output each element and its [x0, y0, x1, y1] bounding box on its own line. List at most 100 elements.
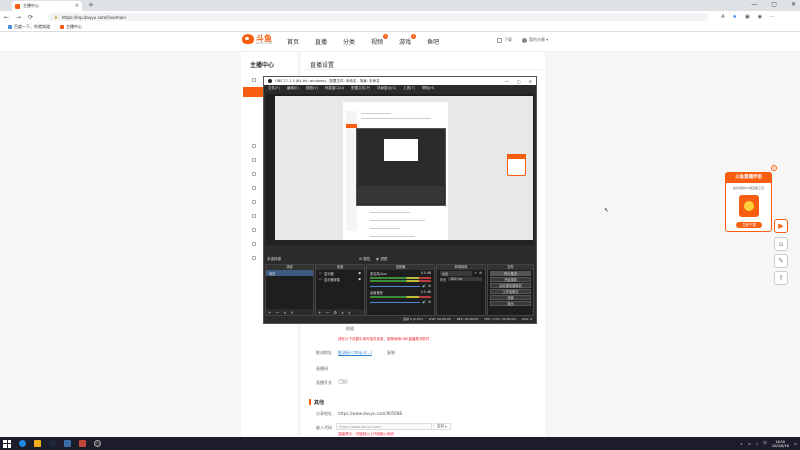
obs-menu-view[interactable]: 视图(V) — [306, 86, 318, 91]
store-icon[interactable] — [64, 440, 71, 447]
network-icon[interactable]: ▭ — [748, 442, 751, 446]
steam-icon[interactable] — [49, 440, 56, 447]
move-down-icon[interactable]: ∨ — [290, 310, 293, 315]
duration-input[interactable]: 300 ms — [448, 277, 482, 281]
home-icon[interactable]: ⌂ — [774, 237, 788, 251]
mixer-channel-label: 桌面音频 0.0 dB — [370, 290, 431, 295]
tab-close-icon[interactable]: × — [75, 3, 79, 9]
ad-download-button[interactable]: 立即下载 — [736, 222, 762, 228]
ad-close-icon[interactable]: × — [771, 165, 777, 171]
obs-menu-tools[interactable]: 工具(T) — [403, 86, 415, 91]
file-explorer-icon[interactable] — [34, 440, 41, 447]
add-icon[interactable]: + — [318, 310, 321, 315]
filters-button[interactable]: ◐ 滤镜 — [376, 257, 387, 262]
add-transition-icon[interactable]: + — [474, 271, 477, 275]
obs-menu-profile[interactable]: 配置文件(P) — [351, 86, 370, 91]
input-method-icon[interactable]: 中 — [763, 441, 767, 446]
stream-url-link[interactable]: 推流码 (rtmp://...) — [338, 350, 372, 356]
obs-menu-docks[interactable]: 停靠窗口(D) — [325, 86, 344, 91]
notification-icon[interactable]: ▭ — [794, 442, 797, 446]
nav-home[interactable]: 首页 — [287, 37, 299, 46]
stream-url-label: 推流地址 — [316, 350, 332, 355]
transition-gear-icon[interactable]: ⚙ — [479, 271, 482, 275]
reload-icon[interactable]: ⟳ — [28, 14, 33, 21]
monitor-icon: ▭ — [319, 277, 323, 281]
edge-browser-icon[interactable] — [19, 440, 26, 447]
nav-category[interactable]: 分类 — [343, 37, 355, 46]
stop-streaming-button[interactable]: 停止推流 — [490, 271, 531, 276]
nav-game[interactable]: 游戏 1 — [399, 34, 417, 46]
properties-button[interactable]: ⚙ 属性 — [359, 257, 370, 262]
maximize-button[interactable]: ▢ — [771, 1, 777, 8]
live-switch-toggle[interactable] — [338, 379, 348, 384]
back-icon[interactable]: ← — [4, 14, 9, 21]
move-up-icon[interactable]: ∧ — [341, 310, 344, 315]
obs-menu-edit[interactable]: 编辑(E) — [287, 86, 299, 91]
profile-icon[interactable]: ◉ — [758, 14, 762, 20]
read-aloud-icon[interactable]: A — [721, 14, 724, 20]
tray-overflow-icon[interactable]: ∧ — [740, 442, 743, 446]
favorite-star-icon[interactable]: ★ — [733, 14, 737, 20]
add-icon[interactable]: + — [268, 310, 271, 315]
app-icon[interactable] — [79, 440, 86, 447]
user-menu[interactable]: 我的头像 ▾ — [522, 37, 548, 43]
embed-input[interactable]: https://www.douyu.com/ — [336, 423, 432, 430]
obs-title-text: OBS 27.1.3 (64-bit, windows) - 配置文件: 未命名… — [275, 78, 380, 83]
edit-icon[interactable]: ✎ — [774, 254, 788, 268]
bookmark-baidu[interactable]: 百度一下，你就知道 — [8, 24, 50, 30]
volume-slider[interactable] — [370, 285, 421, 287]
settings-button[interactable]: 设置 — [490, 295, 531, 300]
play-icon[interactable]: ▶ — [774, 219, 788, 233]
tab-title: 主播中心 — [23, 3, 39, 8]
remove-icon[interactable]: — — [325, 310, 329, 315]
browser-tab[interactable]: 主播中心 × — [12, 1, 82, 11]
nav-yuba[interactable]: 鱼吧 — [427, 37, 439, 46]
remove-icon[interactable]: — — [275, 310, 279, 315]
obs-menu-scene-collection[interactable]: 场景集合(S) — [377, 86, 396, 91]
obs-menu-file[interactable]: 文件(F) — [268, 86, 280, 91]
download-link[interactable]: 下载 — [497, 37, 512, 43]
obs-minimize-button[interactable]: — — [505, 79, 509, 84]
speaker-icon[interactable]: 🔊 — [422, 300, 426, 304]
more-menu-icon[interactable]: ⋯ — [770, 14, 775, 20]
windows-start-icon[interactable] — [3, 439, 11, 448]
mixer-volume-row[interactable]: 🔊 ⚙ — [367, 299, 434, 305]
start-recording-button[interactable]: 开始录制 — [490, 277, 531, 282]
settings-gear-icon[interactable]: ⚙ — [333, 310, 337, 315]
back-to-top-icon[interactable]: ⇪ — [774, 271, 788, 285]
move-down-icon[interactable]: ∨ — [348, 310, 351, 315]
visibility-eye-icon[interactable]: ◉ — [358, 271, 361, 275]
source-item[interactable]: ▭ 显示器采集 ◉ — [316, 276, 364, 282]
embed-copy-button[interactable]: 复制 ▾ — [433, 423, 451, 430]
obs-menu-help[interactable]: 帮助(H) — [422, 86, 434, 91]
move-up-icon[interactable]: ∧ — [283, 310, 286, 315]
volume-icon[interactable]: ♪ — [756, 442, 758, 446]
obs-close-button[interactable]: ✕ — [529, 79, 532, 84]
scene-item[interactable]: 场景 — [266, 270, 313, 276]
share-url[interactable]: https://www.douyu.com/905688 — [338, 411, 402, 416]
obs-maximize-button[interactable]: ▢ — [517, 79, 521, 84]
visibility-eye-icon[interactable]: ◉ — [358, 277, 361, 281]
mixer-gear-icon[interactable]: ⚙ — [428, 300, 431, 304]
forward-icon[interactable]: → — [16, 14, 21, 21]
live-companion-logo-icon — [739, 195, 759, 217]
new-tab-button[interactable]: + — [88, 1, 94, 9]
nav-live[interactable]: 直播 — [315, 37, 327, 46]
bookmark-anchor-center[interactable]: 主播中心 — [60, 24, 82, 30]
minimize-button[interactable]: — — [751, 1, 757, 8]
url-input[interactable]: 🔒 https://mp.douyu.com/live/main — [48, 13, 709, 21]
nav-video[interactable]: 视频 1 — [371, 34, 389, 46]
virtual-camera-button[interactable]: 启动虚拟摄像机 — [490, 283, 531, 288]
mixer-gear-icon[interactable]: ⚙ — [428, 284, 431, 288]
windows-taskbar: ∧ ▭ ♪ 中 16:50 2022/8/16 ▭ — [0, 437, 800, 450]
collections-icon[interactable]: ▣ — [745, 14, 750, 20]
obs-taskbar-icon[interactable] — [94, 440, 101, 447]
speaker-icon[interactable]: 🔊 — [422, 284, 426, 288]
copy-stream-button[interactable]: 复制 — [387, 350, 395, 356]
douyu-logo[interactable]: 斗鱼 DOUYU.COM — [242, 33, 272, 45]
studio-mode-button[interactable]: 工作室模式 — [490, 289, 531, 294]
taskbar-clock[interactable]: 16:50 2022/8/16 — [772, 440, 789, 448]
close-window-button[interactable]: ✕ — [791, 1, 796, 8]
volume-slider[interactable] — [370, 301, 421, 303]
exit-button[interactable]: 退出 — [490, 301, 531, 306]
